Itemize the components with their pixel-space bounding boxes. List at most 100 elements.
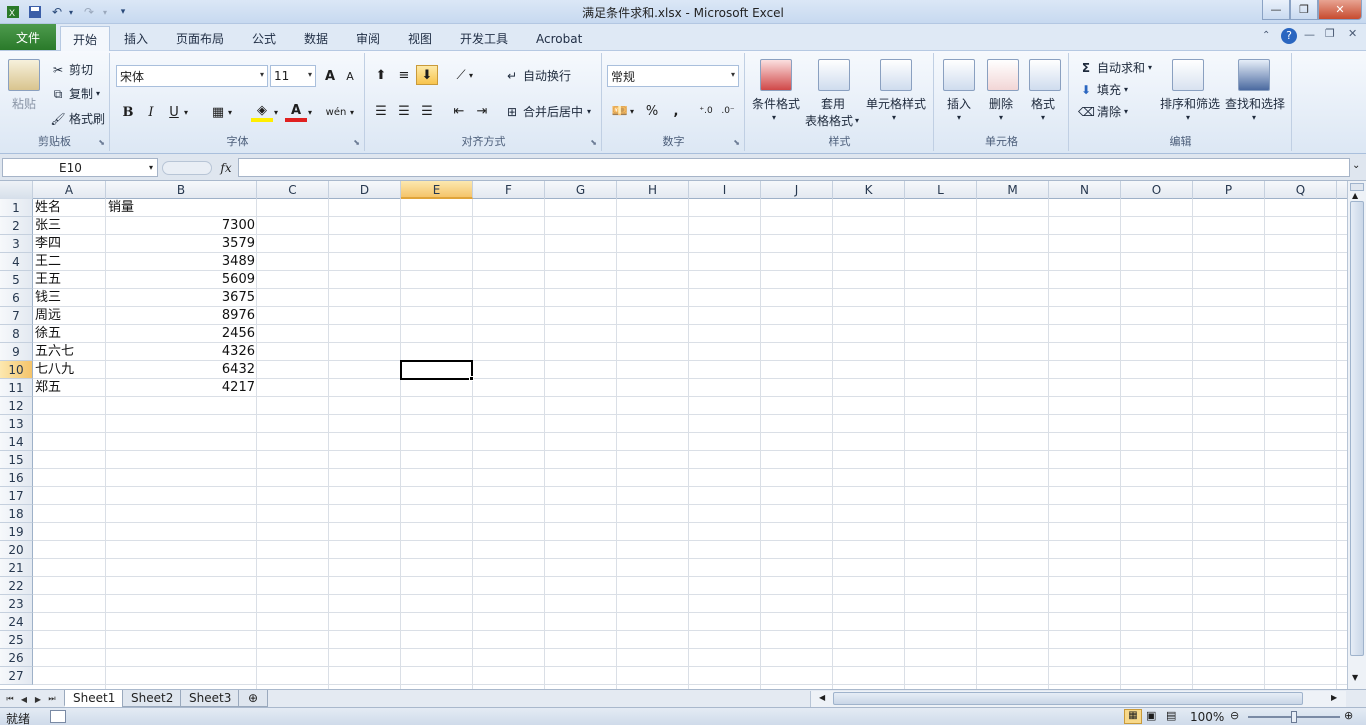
cell-sales[interactable]: 6432 xyxy=(106,361,257,379)
column-header-n[interactable]: N xyxy=(1049,181,1121,199)
select-all-corner[interactable] xyxy=(0,181,33,199)
conditional-format-icon[interactable] xyxy=(760,59,792,91)
sort-filter-button[interactable]: 排序和筛选 xyxy=(1160,95,1220,112)
cell-a1[interactable]: 姓名 xyxy=(33,199,106,217)
align-middle-icon[interactable]: ≡ xyxy=(393,65,415,85)
tab-home[interactable]: 开始 xyxy=(60,26,111,51)
cell-name[interactable]: 徐五 xyxy=(33,325,106,343)
column-header-c[interactable]: C xyxy=(257,181,329,199)
expand-formula-icon[interactable]: ⌄ xyxy=(1352,160,1360,171)
row-header-11[interactable]: 11 xyxy=(0,379,33,397)
percent-button[interactable]: % xyxy=(641,101,663,121)
number-format-combo[interactable]: 常规 ▾ xyxy=(607,65,739,87)
row-header-3[interactable]: 3 xyxy=(0,235,33,253)
binoculars-icon[interactable] xyxy=(1238,59,1270,91)
column-header-h[interactable]: H xyxy=(617,181,689,199)
row-header-2[interactable]: 2 xyxy=(0,217,33,235)
table-format-icon[interactable] xyxy=(818,59,850,91)
help-icon[interactable]: ? xyxy=(1281,28,1297,44)
name-box[interactable]: E10 ▾ xyxy=(2,158,158,177)
shrink-font-button[interactable]: A xyxy=(339,66,361,86)
horizontal-scrollbar[interactable]: ◀ ▶ xyxy=(810,691,1346,707)
column-header-f[interactable]: F xyxy=(473,181,545,199)
column-header-p[interactable]: P xyxy=(1193,181,1265,199)
tab-file[interactable]: 文件 xyxy=(0,24,56,50)
align-top-icon[interactable]: ⬆ xyxy=(370,65,392,85)
sheet-tab-sheet2[interactable]: Sheet2 xyxy=(122,690,183,707)
row-header-14[interactable]: 14 xyxy=(0,433,33,451)
fill-color-icon[interactable]: ◈ xyxy=(251,102,273,122)
cut-button[interactable]: ✂ 剪切 xyxy=(50,61,93,78)
page-break-view-icon[interactable]: ▤ xyxy=(1166,709,1176,722)
currency-dropdown-icon[interactable]: ▾ xyxy=(627,101,637,121)
minimize-icon[interactable]: — xyxy=(1262,0,1290,20)
align-bottom-icon[interactable]: ⬇ xyxy=(416,65,438,85)
wb-minimize-icon[interactable]: — xyxy=(1304,28,1315,41)
insert-cells-icon[interactable] xyxy=(943,59,975,91)
wrap-text-button[interactable]: ↵ 自动换行 xyxy=(504,67,571,84)
formula-bar-splitter[interactable] xyxy=(162,161,212,175)
font-color-button[interactable]: A xyxy=(285,102,307,122)
cell-sales[interactable]: 4217 xyxy=(106,379,257,397)
tab-review[interactable]: 审阅 xyxy=(344,26,392,51)
align-left-icon[interactable]: ☰ xyxy=(370,101,392,121)
column-header-j[interactable]: J xyxy=(761,181,833,199)
row-header-27[interactable]: 27 xyxy=(0,667,33,685)
row-header-22[interactable]: 22 xyxy=(0,577,33,595)
first-sheet-icon[interactable]: ⏮ xyxy=(4,692,16,706)
scroll-down-icon[interactable]: ▼ xyxy=(1352,673,1358,682)
cell-name[interactable]: 王二 xyxy=(33,253,106,271)
italic-button[interactable]: I xyxy=(140,102,162,122)
paste-icon[interactable] xyxy=(8,59,40,91)
dialog-launcher-icon[interactable]: ⬊ xyxy=(98,138,105,147)
border-dropdown-icon[interactable]: ▾ xyxy=(225,102,235,122)
tab-insert[interactable]: 插入 xyxy=(112,26,160,51)
decrease-indent-icon[interactable]: ⇤ xyxy=(448,101,470,121)
font-name-combo[interactable]: 宋体 ▾ xyxy=(116,65,268,87)
phonetic-dropdown-icon[interactable]: ▾ xyxy=(347,102,357,122)
format-painter-button[interactable]: 🖌 格式刷 xyxy=(50,110,105,127)
column-header-e[interactable]: E xyxy=(401,181,473,199)
insert-sheet-icon[interactable]: ⊕ xyxy=(238,690,268,707)
sheet-tab-sheet1[interactable]: Sheet1 xyxy=(64,690,125,707)
normal-view-icon[interactable]: ▦ xyxy=(1124,709,1142,724)
cell-sales[interactable]: 8976 xyxy=(106,307,257,325)
dialog-launcher-icon[interactable]: ⬊ xyxy=(590,138,597,147)
row-header-25[interactable]: 25 xyxy=(0,631,33,649)
row-header-24[interactable]: 24 xyxy=(0,613,33,631)
row-header-18[interactable]: 18 xyxy=(0,505,33,523)
copy-button[interactable]: ⧉ 复制 ▾ xyxy=(50,85,100,102)
dialog-launcher-icon[interactable]: ⬊ xyxy=(353,138,360,147)
row-header-15[interactable]: 15 xyxy=(0,451,33,469)
autosum-button[interactable]: Σ 自动求和 ▾ xyxy=(1078,59,1152,76)
underline-dropdown-icon[interactable]: ▾ xyxy=(181,102,191,122)
fill-dropdown-icon[interactable]: ▾ xyxy=(271,102,281,122)
cell-sales[interactable]: 2456 xyxy=(106,325,257,343)
column-header-q[interactable]: Q xyxy=(1265,181,1337,199)
wb-restore-icon[interactable]: ❐ xyxy=(1325,27,1335,40)
cell-sales[interactable]: 3489 xyxy=(106,253,257,271)
zoom-level[interactable]: 100% xyxy=(1190,710,1224,724)
formula-input[interactable] xyxy=(238,158,1350,177)
zoom-out-icon[interactable]: ⊖ xyxy=(1230,709,1239,722)
cell-styles-dropdown-icon[interactable]: ▾ xyxy=(892,113,896,122)
orientation-dropdown-icon[interactable]: ▾ xyxy=(466,65,476,85)
insert-function-button[interactable]: fx xyxy=(216,158,236,177)
row-header-9[interactable]: 9 xyxy=(0,343,33,361)
column-header-k[interactable]: K xyxy=(833,181,905,199)
merge-center-button[interactable]: ⊞ 合并后居中 ▾ xyxy=(504,103,591,120)
row-header-16[interactable]: 16 xyxy=(0,469,33,487)
horizontal-scroll-thumb[interactable] xyxy=(833,692,1303,705)
column-header-i[interactable]: I xyxy=(689,181,761,199)
cell-sales[interactable]: 3675 xyxy=(106,289,257,307)
table-format-button-line2[interactable]: 表格格式 ▾ xyxy=(805,112,859,129)
clear-button[interactable]: ⌫ 清除 ▾ xyxy=(1078,103,1128,120)
scroll-right-icon[interactable]: ▶ xyxy=(1331,693,1337,702)
cell-name[interactable]: 周远 xyxy=(33,307,106,325)
vertical-scrollbar[interactable]: ▲ ▼ xyxy=(1347,181,1366,689)
row-header-17[interactable]: 17 xyxy=(0,487,33,505)
tab-acrobat[interactable]: Acrobat xyxy=(524,26,594,51)
macro-record-icon[interactable] xyxy=(50,710,66,723)
delete-cells-button[interactable]: 删除 xyxy=(989,95,1013,112)
cell-styles-button[interactable]: 单元格样式 xyxy=(866,95,926,112)
